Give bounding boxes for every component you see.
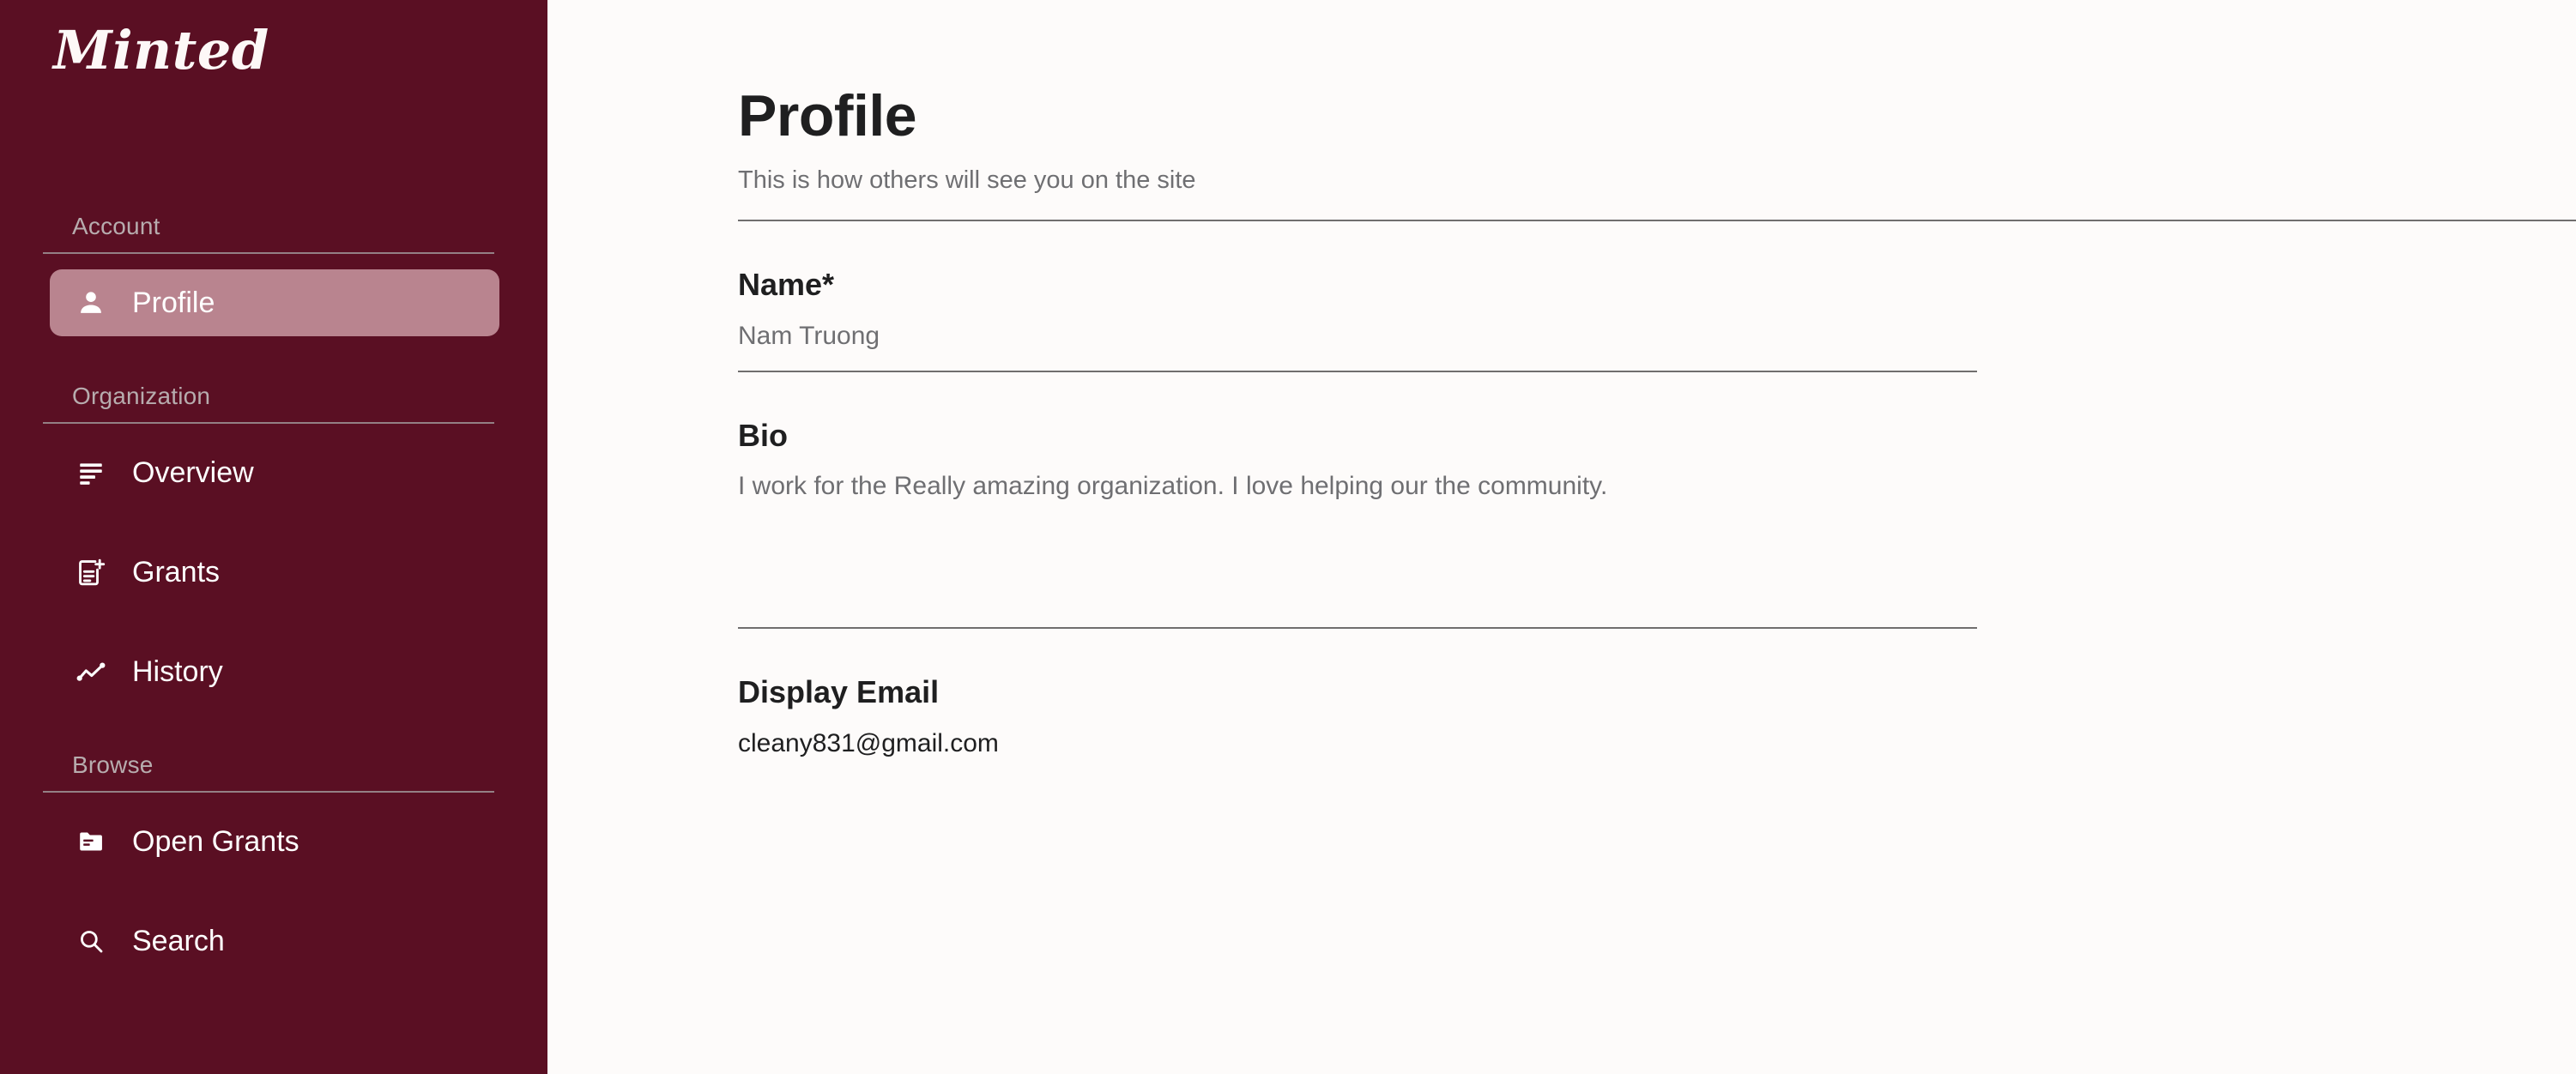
page-title: Profile — [738, 83, 917, 148]
bio-input[interactable]: I work for the Really amazing organizati… — [738, 471, 2576, 502]
page-subtitle: This is how others will see you on the s… — [738, 166, 1196, 195]
sidebar-item-label: Search — [132, 925, 225, 957]
name-label: Name* — [738, 267, 835, 303]
sidebar-nav: Account Profile Organization Overview Gr… — [0, 214, 547, 974]
sidebar-item-label: Open Grants — [132, 825, 299, 858]
sidebar-section-divider — [43, 422, 494, 424]
display-email-label: Display Email — [738, 674, 940, 710]
sidebar-section-organization: Organization Overview Grants History — [0, 384, 547, 705]
bio-label: Bio — [738, 417, 788, 453]
folder-icon — [72, 823, 110, 860]
sidebar-item-profile[interactable]: Profile — [50, 269, 499, 336]
sidebar: Minted Account Profile Organization Over… — [0, 0, 547, 1074]
sidebar-list-account: Profile — [0, 269, 547, 336]
display-email-field-group: Display Email cleany831@gmail.com — [738, 629, 2576, 759]
document-plus-icon — [72, 553, 110, 591]
sidebar-section-label-organization: Organization — [72, 383, 211, 409]
sidebar-item-open-grants[interactable]: Open Grants — [50, 808, 499, 875]
sidebar-section-divider — [43, 252, 494, 254]
bio-field-group: Bio I work for the Really amazing organi… — [738, 372, 2576, 630]
line-chart-icon — [72, 653, 110, 691]
sidebar-item-history[interactable]: History — [50, 638, 499, 705]
sidebar-section-divider — [43, 791, 494, 793]
sidebar-list-browse: Open Grants Search — [0, 808, 547, 974]
sidebar-item-label: Grants — [132, 556, 221, 588]
sidebar-item-label: History — [132, 655, 223, 688]
bio-textarea-space[interactable] — [738, 502, 2576, 608]
person-icon — [72, 284, 110, 322]
page-header: Profile This is how others will see you … — [547, 0, 2576, 196]
sidebar-section-label-browse: Browse — [72, 751, 154, 778]
display-email-value[interactable]: cleany831@gmail.com — [738, 728, 2576, 759]
sidebar-section-label-account: Account — [72, 213, 160, 239]
profile-form: Name* Nam Truong Bio I work for the Real… — [547, 221, 2576, 759]
sidebar-list-organization: Overview Grants History — [0, 439, 547, 705]
sidebar-section-account: Account Profile — [0, 214, 547, 336]
sidebar-item-search[interactable]: Search — [50, 908, 499, 974]
sidebar-section-browse: Browse Open Grants Search — [0, 753, 547, 974]
sidebar-item-overview[interactable]: Overview — [50, 439, 499, 506]
main-content: Profile This is how others will see you … — [547, 0, 2576, 1074]
name-field-group: Name* Nam Truong — [738, 221, 2576, 372]
sidebar-item-grants[interactable]: Grants — [50, 539, 499, 606]
sidebar-item-label: Overview — [132, 456, 254, 489]
brand-logo[interactable]: Minted — [53, 24, 269, 77]
list-lines-icon — [72, 454, 110, 492]
search-icon — [72, 922, 110, 960]
sidebar-item-label: Profile — [132, 287, 215, 319]
name-input[interactable]: Nam Truong — [738, 321, 2576, 352]
